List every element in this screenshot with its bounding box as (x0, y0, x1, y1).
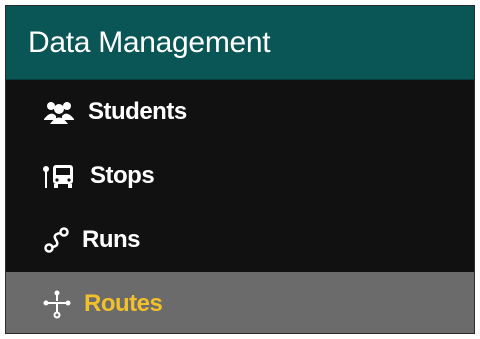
menu-item-label: Routes (84, 290, 163, 317)
menu-item-label: Runs (82, 226, 141, 253)
data-menu: Students Stops Runs Routes (6, 80, 474, 333)
panel-title: Data Management (28, 25, 271, 59)
menu-item-students[interactable]: Students (6, 80, 474, 144)
route-path-icon (42, 226, 72, 254)
panel-header: Data Management (6, 6, 474, 80)
menu-item-label: Students (88, 98, 187, 125)
menu-item-runs[interactable]: Runs (6, 208, 474, 272)
users-icon (42, 99, 76, 125)
bus-stop-icon (42, 162, 76, 190)
route-network-icon (42, 289, 72, 319)
menu-item-stops[interactable]: Stops (6, 144, 474, 208)
menu-item-label: Stops (90, 162, 155, 189)
data-management-panel: Data Management Students Stops Runs Rout… (5, 5, 475, 334)
menu-item-routes[interactable]: Routes (6, 272, 474, 333)
